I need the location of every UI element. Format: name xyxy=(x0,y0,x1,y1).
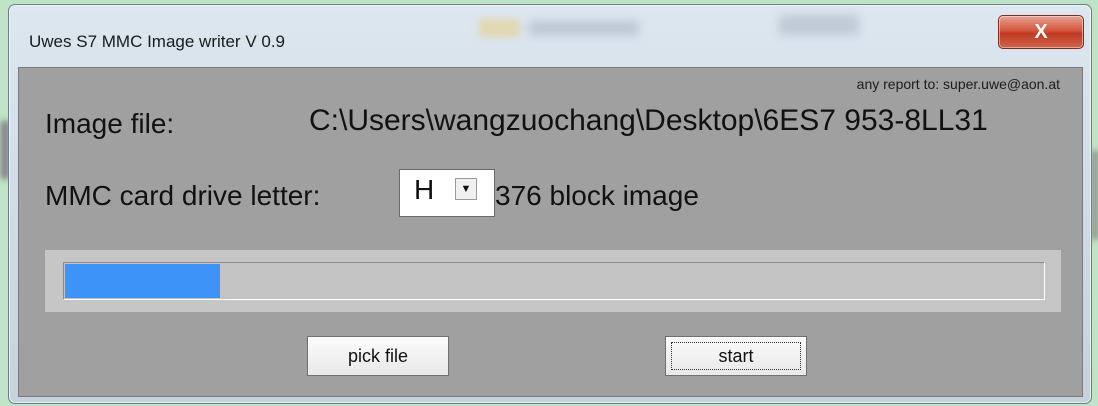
dropdown-arrow-icon[interactable]: ▼ xyxy=(455,178,477,200)
image-file-path: C:\Users\wangzuochang\Desktop\6ES7 953-8… xyxy=(309,104,988,137)
start-button[interactable]: start xyxy=(665,336,807,376)
title-bar[interactable]: Uwes S7 MMC Image writer V 0.9 X xyxy=(9,5,1091,65)
drive-letter-select[interactable]: H ▼ xyxy=(399,169,495,217)
background-blur xyxy=(479,19,519,37)
client-area: any report to: super.uwe@aon.at Image fi… xyxy=(18,67,1083,397)
app-window: Uwes S7 MMC Image writer V 0.9 X any rep… xyxy=(8,4,1092,404)
progress-fill xyxy=(65,264,220,298)
drive-letter-label: MMC card drive letter: xyxy=(45,180,321,211)
desktop-background xyxy=(1092,150,1098,240)
block-image-info: 376 block image xyxy=(495,180,699,211)
pick-file-button[interactable]: pick file xyxy=(307,336,449,376)
close-icon: X xyxy=(1034,20,1048,43)
background-blur xyxy=(779,15,859,35)
close-button[interactable]: X xyxy=(998,15,1084,49)
progress-panel xyxy=(45,250,1061,312)
image-file-label: Image file: xyxy=(45,108,175,139)
progress-bar xyxy=(63,262,1045,300)
report-contact-text: any report to: super.uwe@aon.at xyxy=(856,76,1060,92)
pick-file-label: pick file xyxy=(347,345,409,366)
window-title: Uwes S7 MMC Image writer V 0.9 xyxy=(29,32,286,51)
start-label: start xyxy=(718,345,754,366)
drive-letter-value: H xyxy=(414,174,435,205)
background-blur xyxy=(529,21,639,35)
